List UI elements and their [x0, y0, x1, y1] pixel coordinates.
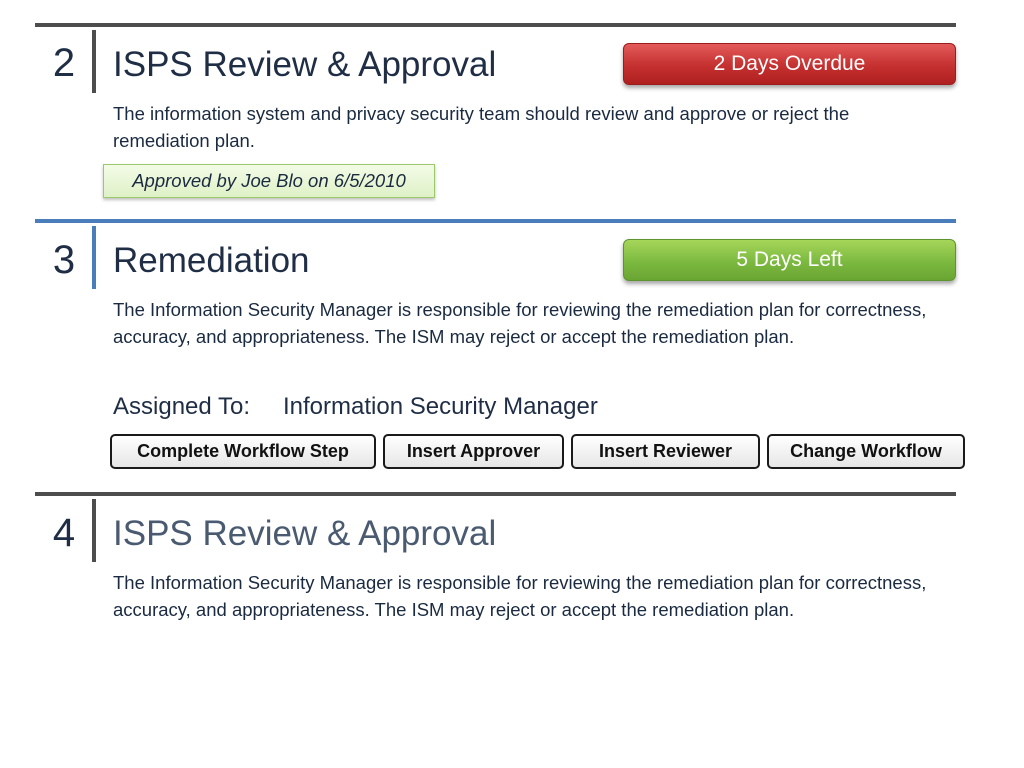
step-2-description: The information system and privacy secur…: [113, 103, 850, 151]
step-3-description: The Information Security Manager is resp…: [113, 299, 927, 347]
step-3-divider: [92, 226, 96, 289]
step-4-description: The Information Security Manager is resp…: [113, 572, 927, 620]
insert-approver-button[interactable]: Insert Approver: [383, 434, 564, 469]
step-2-approval-note: Approved by Joe Blo on 6/5/2010: [103, 164, 435, 198]
assigned-to-value: Information Security Manager: [283, 393, 598, 420]
step-2-status-badge: 2 Days Overdue: [623, 43, 956, 85]
workflow-page: 2 ISPS Review & Approval 2 Days Overdue …: [0, 0, 1024, 768]
change-workflow-button[interactable]: Change Workflow: [767, 434, 965, 469]
step-2-divider: [92, 30, 96, 93]
assigned-to-label: Assigned To:: [113, 393, 250, 420]
step-2-title: ISPS Review & Approval: [113, 45, 497, 84]
step-3-status-badge: 5 Days Left: [623, 239, 956, 281]
complete-workflow-step-button[interactable]: Complete Workflow Step: [110, 434, 376, 469]
step-3-assigned-row: Assigned To: Information Security Manager: [113, 395, 598, 419]
insert-reviewer-button[interactable]: Insert Reviewer: [571, 434, 760, 469]
step-4-number: 4: [52, 511, 76, 555]
step-3-number: 3: [52, 238, 76, 282]
step-3-top-rule: [35, 219, 956, 223]
step-2-number: 2: [52, 41, 76, 85]
step-3-title: Remediation: [113, 241, 310, 280]
step-2-top-rule: [35, 23, 956, 27]
step-4-title: ISPS Review & Approval: [113, 514, 497, 553]
step-4-divider: [92, 499, 96, 562]
step-4-top-rule: [35, 492, 956, 496]
